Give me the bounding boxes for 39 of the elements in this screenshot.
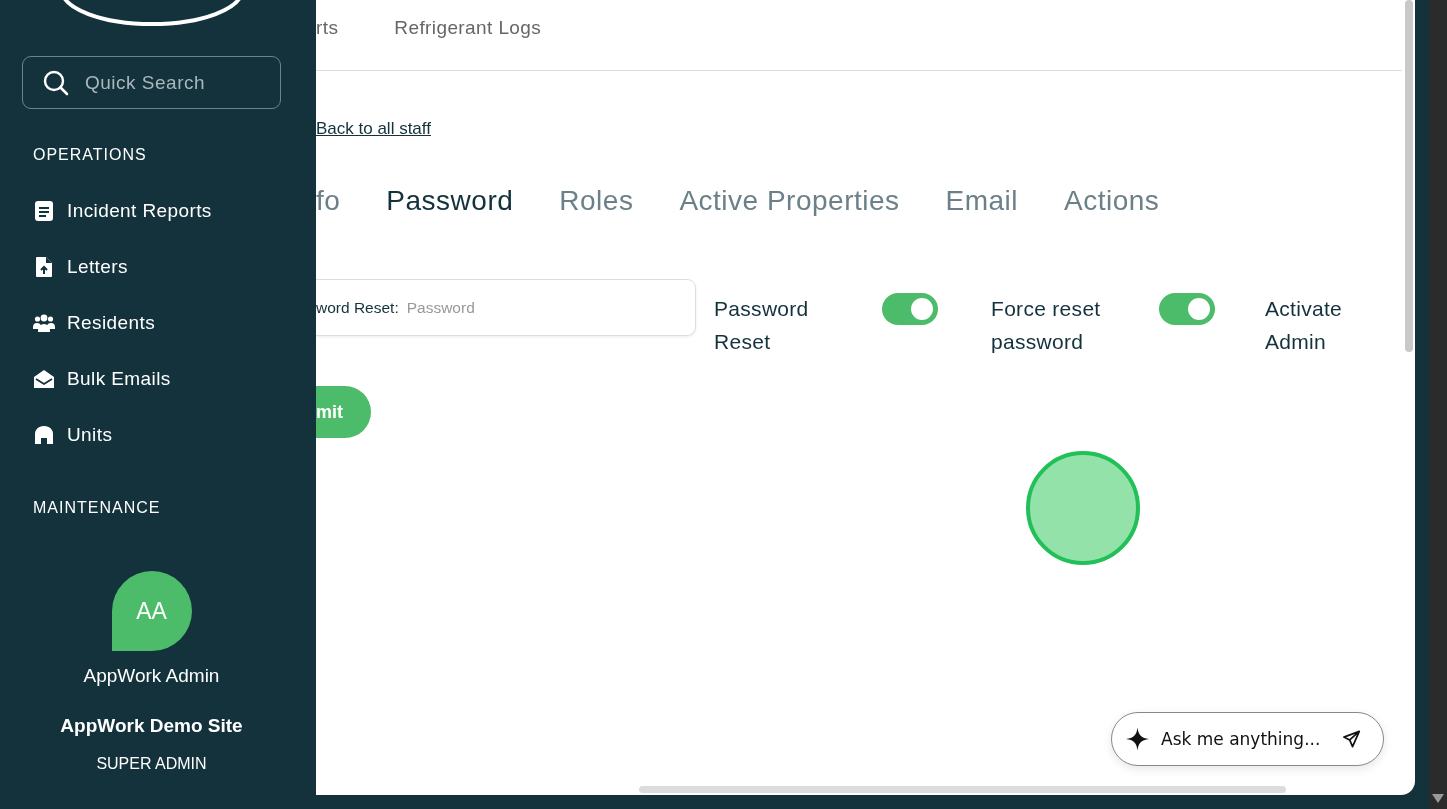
sidebar-item[interactable]: Bulk Emails (33, 362, 281, 396)
search-field[interactable]: Quick Search (22, 56, 281, 109)
field-label: word Reset: (316, 298, 399, 317)
scrollbar[interactable] (639, 786, 1286, 793)
user-name: AppWork Admin (83, 665, 220, 687)
send-icon (1341, 729, 1361, 749)
document-icon (33, 200, 55, 222)
back-link[interactable]: Back to all staff (316, 119, 431, 139)
tab[interactable]: Actions (1064, 185, 1160, 217)
scrollbar[interactable] (1405, 0, 1413, 352)
nav-link[interactable]: Refrigerant Logs (394, 17, 542, 39)
scrollbar[interactable] (1429, 0, 1447, 809)
tab[interactable]: Password (386, 185, 514, 217)
toggle-label: Activate Admin (1265, 296, 1344, 355)
tab[interactable]: fo (316, 185, 341, 217)
house-icon (33, 425, 55, 445)
sparkle-icon (1126, 727, 1149, 751)
nav-link[interactable]: rts (316, 17, 339, 39)
toggle-label: Password Reset (714, 296, 810, 355)
tab[interactable]: Email (945, 185, 1019, 217)
user-role: SUPER ADMIN (96, 755, 207, 773)
toggle-switch[interactable] (1159, 293, 1215, 325)
sidebar-item[interactable]: Letters (33, 250, 281, 284)
people-icon (33, 314, 55, 332)
section-heading: OPERATIONS (33, 146, 148, 164)
tab[interactable]: Roles (559, 185, 634, 217)
sidebar-item[interactable]: Incident Reports (33, 194, 281, 228)
section-heading: MAINTENANCE (33, 499, 162, 517)
search-icon (43, 69, 69, 96)
file-upload-icon (33, 256, 55, 278)
sidebar-item[interactable]: Residents (33, 306, 281, 340)
avatar: AA (111, 571, 192, 651)
envelope-icon (33, 369, 55, 389)
sidebar-item[interactable]: Units (33, 418, 281, 452)
toggle-switch[interactable] (882, 293, 938, 325)
chat-field[interactable]: Ask me anything... (1111, 712, 1384, 766)
tab[interactable]: Active Properties (679, 185, 900, 217)
site-name: AppWork Demo Site (60, 715, 243, 737)
toggle-label: Force reset password (991, 296, 1102, 355)
